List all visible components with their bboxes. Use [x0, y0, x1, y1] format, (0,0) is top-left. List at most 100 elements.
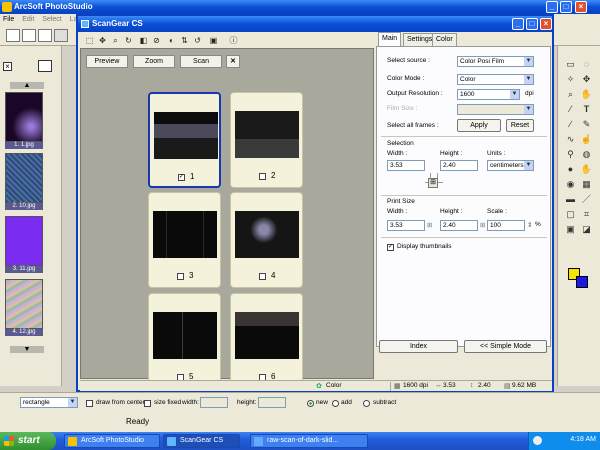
crop-icon[interactable]: ⬚	[84, 35, 95, 46]
frame-checkbox[interactable]	[177, 273, 184, 280]
scan-button[interactable]: Scan	[180, 55, 222, 68]
sg-minimize-icon[interactable]: _	[512, 18, 524, 30]
size-fixed-checkbox[interactable]	[144, 400, 151, 407]
simple-mode-button[interactable]: << Simple Mode	[464, 340, 547, 353]
task-scangear[interactable]: ScanGear CS	[163, 434, 240, 448]
aspect-lock-icon[interactable]: ⊞	[428, 178, 438, 188]
monitor-icon[interactable]	[38, 60, 52, 72]
film-frame[interactable]: ✓ 1	[148, 92, 221, 188]
frame-checkbox[interactable]	[259, 173, 266, 180]
scan-icon[interactable]	[38, 29, 52, 42]
color-mode-dropdown[interactable]: Color ▼	[457, 74, 534, 85]
open-file-icon[interactable]	[22, 29, 36, 42]
hand-tool-icon[interactable]: ✋	[580, 88, 593, 101]
frame-checkbox[interactable]	[259, 273, 266, 280]
reset-button[interactable]: Reset	[506, 119, 534, 132]
red-eye-tool-icon[interactable]: ◪	[580, 223, 593, 236]
airbrush-tool-icon[interactable]: ∿	[564, 133, 577, 146]
shape-dropdown[interactable]: rectangle ▼	[20, 397, 78, 408]
add-radio[interactable]	[332, 400, 339, 407]
menu-edit[interactable]: Edit	[19, 14, 37, 26]
clone-tool-icon[interactable]: ⚲	[564, 148, 577, 161]
dodge-tool-icon[interactable]: ●	[564, 163, 577, 176]
rotate-90-icon[interactable]: ↺	[192, 35, 203, 46]
sg-maximize-icon[interactable]: □	[526, 18, 538, 30]
thumbnail-item[interactable]: 1. 1.jpg	[5, 92, 43, 149]
selection-height-input[interactable]: 2.40	[440, 160, 478, 171]
move-tool-icon[interactable]: ✥	[580, 73, 593, 86]
thumbnail-item[interactable]: 3. 11.jpg	[5, 216, 43, 273]
bucket-tool-icon[interactable]: ◉	[564, 178, 577, 191]
menu-select[interactable]: Select	[39, 14, 64, 26]
tray-icon[interactable]	[533, 436, 542, 445]
scroll-up-icon[interactable]: ▲	[10, 82, 44, 89]
tab-color[interactable]: Color	[432, 33, 457, 46]
thumbnail-view-icon[interactable]: ▣	[208, 35, 219, 46]
eyedropper-tool-icon[interactable]: ⁄	[564, 103, 577, 116]
close-panel-icon[interactable]: ×	[3, 62, 12, 71]
display-thumbnails-checkbox[interactable]: ✓	[387, 244, 394, 251]
thumbnail-item[interactable]: 2. 10.jpg	[5, 153, 43, 210]
close-icon[interactable]: ×	[575, 1, 587, 13]
index-button[interactable]: Index	[379, 340, 458, 353]
output-resolution-dropdown[interactable]: 1600 ▼	[457, 89, 520, 100]
zoom-icon[interactable]: ⌕	[110, 35, 121, 46]
mirror-icon[interactable]: ◐	[166, 35, 177, 46]
film-frame[interactable]: 2	[230, 92, 303, 188]
shape-tool-icon[interactable]: ▢	[564, 208, 577, 221]
preview-button[interactable]: Preview	[86, 55, 128, 68]
remove-crop-icon[interactable]: ⊘	[151, 35, 162, 46]
clear-button[interactable]: ✕	[226, 55, 240, 68]
film-frame[interactable]: 3	[148, 192, 221, 288]
film-frame[interactable]: 5	[148, 293, 221, 389]
gradient-tool-icon[interactable]: ▦	[580, 178, 593, 191]
subtract-radio[interactable]	[363, 400, 370, 407]
smudge-tool-icon[interactable]: ☝	[580, 133, 593, 146]
select-source-dropdown[interactable]: Color Posi Film ▼	[457, 56, 534, 67]
auto-crop-icon[interactable]: ◧	[138, 35, 149, 46]
brush-tool-icon[interactable]: ∕	[564, 118, 577, 131]
move-icon[interactable]: ✥	[97, 35, 108, 46]
start-button[interactable]: start	[0, 432, 56, 450]
lasso-tool-icon[interactable]: ◌	[580, 58, 593, 71]
stamp-tool-icon[interactable]: ▣	[564, 223, 577, 236]
selection-width-input[interactable]: 3.53	[387, 160, 425, 171]
spinner-icon[interactable]: ⇕	[527, 221, 532, 229]
info-icon[interactable]: ⓘ	[228, 35, 239, 46]
new-file-icon[interactable]	[6, 29, 20, 42]
select-tool-icon[interactable]: ▭	[564, 58, 577, 71]
task-photostudio[interactable]: ArcSoft PhotoStudio	[64, 434, 160, 448]
crop-tool-icon[interactable]: ⌗	[580, 208, 593, 221]
print-height-input[interactable]: 2.40	[440, 220, 478, 231]
new-radio[interactable]	[307, 400, 314, 407]
tab-main[interactable]: Main	[378, 32, 402, 46]
minimize-icon[interactable]: _	[546, 1, 558, 13]
task-browser[interactable]: raw-scan-of-dark-slid...	[250, 434, 368, 448]
text-tool-icon[interactable]: T	[580, 103, 593, 116]
zoom-tool-icon[interactable]: ⌕	[564, 88, 577, 101]
units-dropdown[interactable]: centimeters ▼	[487, 160, 534, 171]
burn-tool-icon[interactable]: ✋	[580, 163, 593, 176]
maximize-icon[interactable]: □	[560, 1, 572, 13]
line-tool-icon[interactable]: ／	[580, 193, 593, 206]
film-frame[interactable]: 4	[230, 192, 303, 288]
thumbnail-item[interactable]: 4. 12.jpg	[5, 279, 43, 336]
eraser-tool-icon[interactable]: ▬	[564, 193, 577, 206]
pencil-tool-icon[interactable]: ✎	[580, 118, 593, 131]
scroll-down-icon[interactable]: ▼	[10, 346, 44, 353]
flip-icon[interactable]: ⇅	[179, 35, 190, 46]
scale-input[interactable]: 100	[487, 220, 525, 231]
draw-from-center-checkbox[interactable]	[86, 400, 93, 407]
apply-button[interactable]: Apply	[457, 119, 501, 132]
frame-checkbox[interactable]: ✓	[178, 174, 185, 181]
magic-wand-tool-icon[interactable]: ✧	[564, 73, 577, 86]
rotate-icon[interactable]: ↻	[123, 35, 134, 46]
print-icon[interactable]	[54, 29, 68, 42]
menu-file[interactable]: File	[0, 14, 17, 26]
zoom-button[interactable]: Zoom	[133, 55, 175, 68]
blur-tool-icon[interactable]: ◍	[580, 148, 593, 161]
print-width-input[interactable]: 3.53	[387, 220, 425, 231]
sg-close-icon[interactable]: ×	[540, 18, 552, 30]
background-color-swatch[interactable]	[576, 276, 588, 288]
film-frame[interactable]: 6	[230, 293, 303, 389]
